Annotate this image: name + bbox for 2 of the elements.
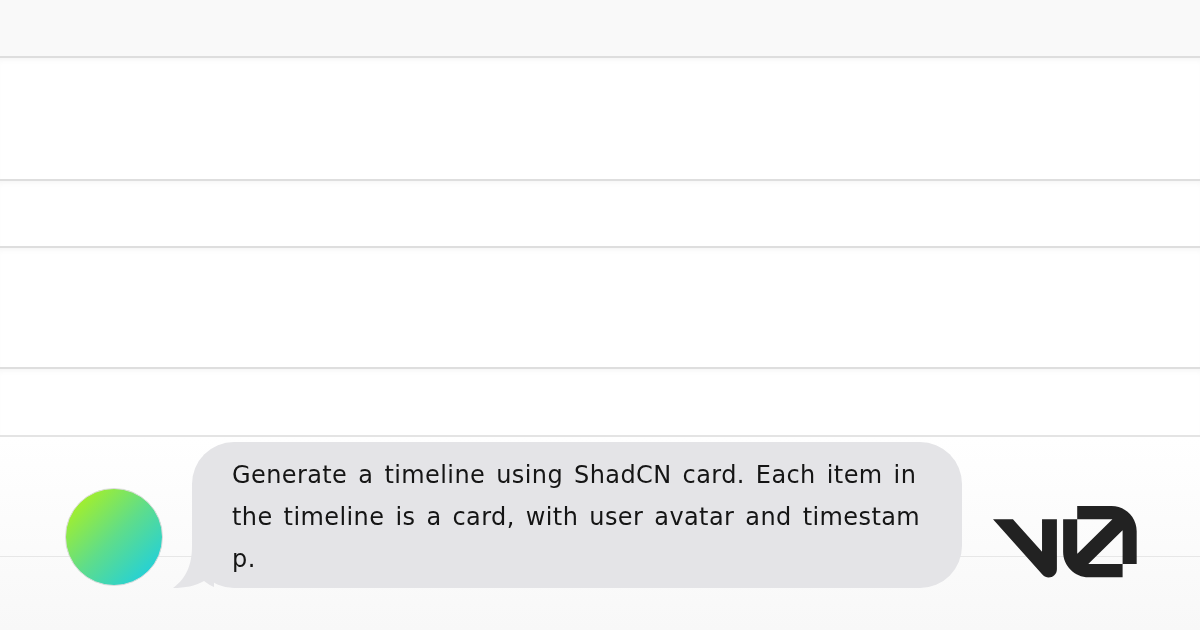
logo-icon: [992, 506, 1138, 578]
message-text: Generate a timeline using ShadCN card. Each item in the timeline is a card, with user avatar and timestam p.: [232, 460, 922, 575]
